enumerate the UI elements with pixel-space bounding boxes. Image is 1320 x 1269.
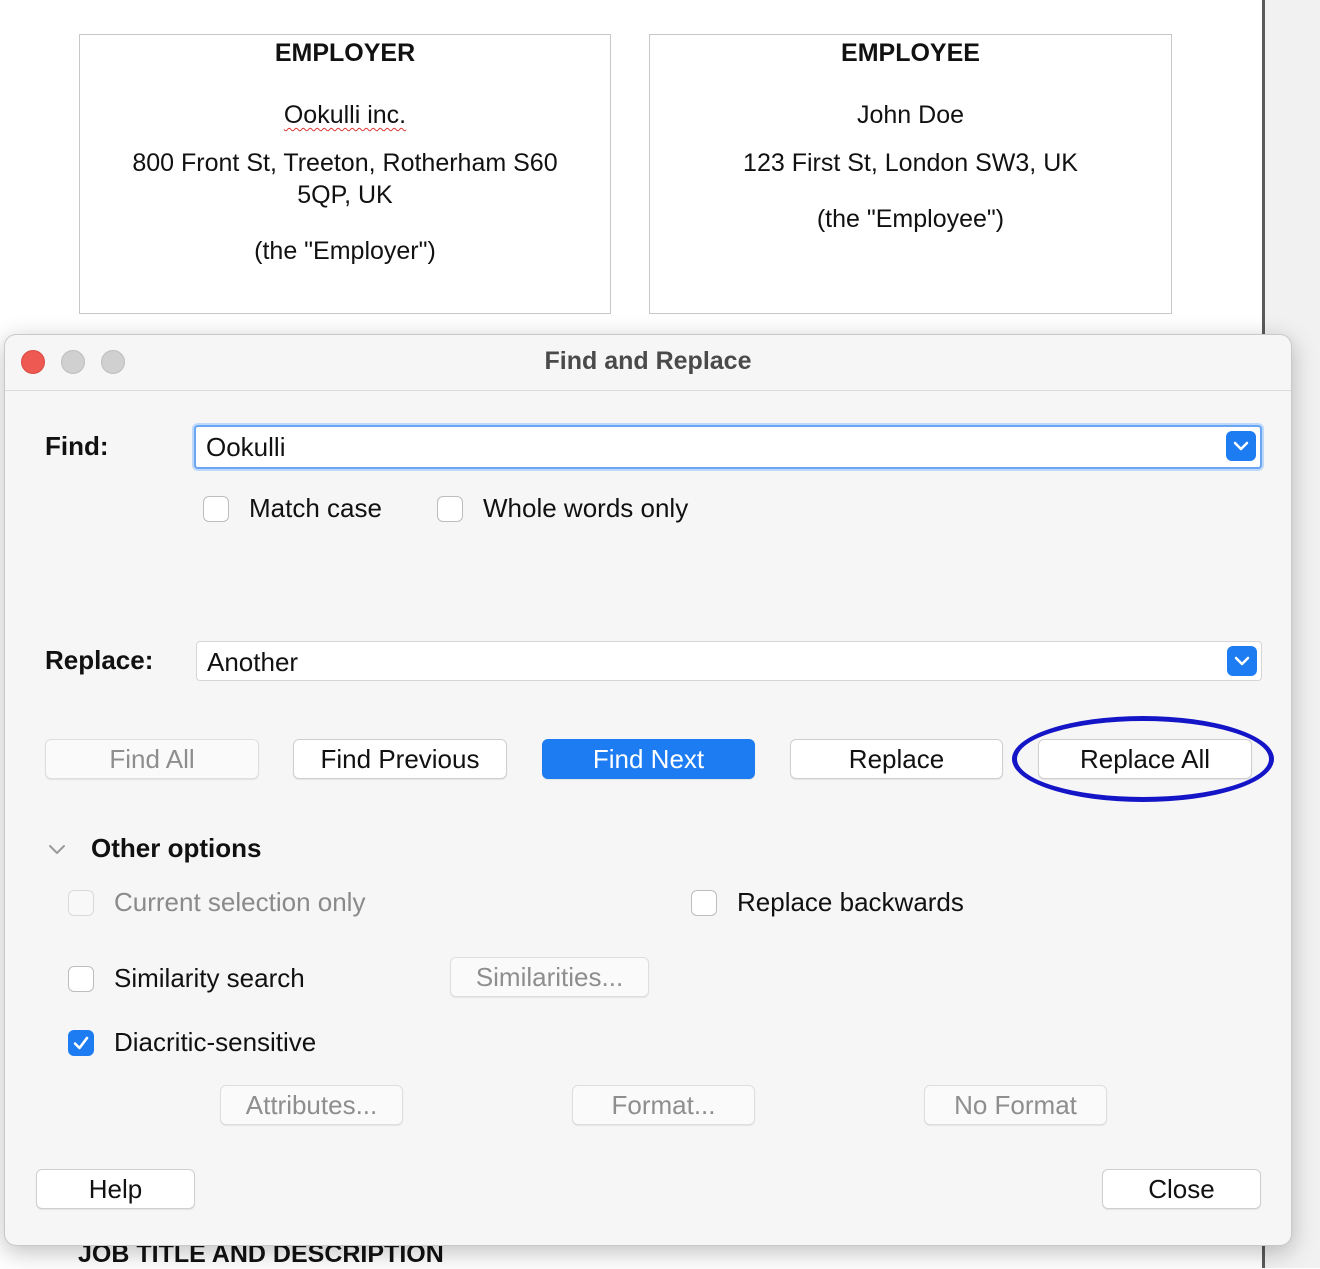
format-button[interactable]: Format... bbox=[572, 1085, 755, 1125]
find-replace-dialog: Find and Replace Find: Ookulli Match cas… bbox=[4, 334, 1292, 1246]
chevron-down-icon bbox=[1233, 441, 1249, 451]
employee-name: John Doe bbox=[856, 101, 965, 129]
replace-combobox[interactable]: Another bbox=[196, 641, 1262, 681]
diacritic-sensitive-checkbox[interactable] bbox=[68, 1029, 94, 1056]
current-selection-checkbox[interactable] bbox=[68, 889, 94, 916]
employee-address: 123 First St, London SW3, UK bbox=[743, 149, 1078, 177]
find-dropdown-button[interactable] bbox=[1226, 431, 1256, 461]
current-selection-label: Current selection only bbox=[114, 887, 366, 917]
replace-button[interactable]: Replace bbox=[790, 739, 1003, 779]
chevron-down-icon bbox=[1234, 656, 1250, 666]
whole-words-label: Whole words only bbox=[483, 493, 689, 523]
find-input[interactable]: Ookulli bbox=[206, 432, 285, 463]
other-options-label: Other options bbox=[91, 833, 262, 863]
whole-words-option[interactable]: Whole words only bbox=[437, 493, 688, 524]
current-selection-option[interactable]: Current selection only bbox=[68, 887, 365, 918]
match-case-label: Match case bbox=[249, 493, 382, 523]
replace-backwards-label: Replace backwards bbox=[737, 887, 964, 917]
similarity-search-option[interactable]: Similarity search bbox=[68, 963, 305, 994]
whole-words-checkbox[interactable] bbox=[437, 495, 463, 522]
find-previous-button[interactable]: Find Previous bbox=[293, 739, 507, 779]
replace-backwards-option[interactable]: Replace backwards bbox=[691, 887, 964, 918]
help-button[interactable]: Help bbox=[36, 1169, 195, 1209]
find-next-button[interactable]: Find Next bbox=[542, 739, 755, 779]
chevron-down-icon bbox=[49, 844, 65, 854]
replace-label: Replace: bbox=[45, 645, 154, 675]
find-all-button[interactable]: Find All bbox=[45, 739, 259, 779]
replace-all-button[interactable]: Replace All bbox=[1038, 739, 1252, 779]
similarities-button[interactable]: Similarities... bbox=[450, 957, 649, 997]
other-options-toggle[interactable]: Other options bbox=[45, 833, 261, 864]
similarity-search-checkbox[interactable] bbox=[68, 965, 94, 992]
find-label: Find: bbox=[45, 431, 109, 461]
close-button[interactable]: Close bbox=[1102, 1169, 1261, 1209]
employer-name: Ookulli inc. bbox=[283, 101, 407, 129]
no-format-button[interactable]: No Format bbox=[924, 1085, 1107, 1125]
employee-designation: (the "Employee") bbox=[816, 205, 1005, 233]
employer-designation: (the "Employer") bbox=[254, 237, 436, 265]
employer-address-line2: 5QP, UK bbox=[297, 181, 393, 209]
match-case-option[interactable]: Match case bbox=[203, 493, 382, 524]
employer-address-line1: 800 Front St, Treeton, Rotherham S60 bbox=[132, 149, 558, 177]
replace-input[interactable]: Another bbox=[207, 647, 298, 678]
dialog-titlebar[interactable]: Find and Replace bbox=[5, 335, 1291, 391]
match-case-checkbox[interactable] bbox=[203, 495, 229, 522]
replace-backwards-checkbox[interactable] bbox=[691, 889, 717, 916]
employee-box: EMPLOYEE John Doe 123 First St, London S… bbox=[649, 34, 1172, 314]
diacritic-sensitive-label: Diacritic-sensitive bbox=[114, 1027, 317, 1057]
checkmark-icon bbox=[73, 1036, 89, 1049]
similarity-search-label: Similarity search bbox=[114, 963, 305, 993]
employee-heading: EMPLOYEE bbox=[841, 39, 980, 67]
employer-heading: EMPLOYER bbox=[274, 39, 416, 67]
find-combobox[interactable]: Ookulli bbox=[194, 425, 1262, 469]
dialog-title: Find and Replace bbox=[544, 347, 752, 375]
attributes-button[interactable]: Attributes... bbox=[220, 1085, 403, 1125]
replace-dropdown-button[interactable] bbox=[1227, 646, 1257, 676]
diacritic-sensitive-option[interactable]: Diacritic-sensitive bbox=[68, 1027, 316, 1058]
employer-box: EMPLOYER Ookulli inc. 800 Front St, Tree… bbox=[79, 34, 611, 314]
